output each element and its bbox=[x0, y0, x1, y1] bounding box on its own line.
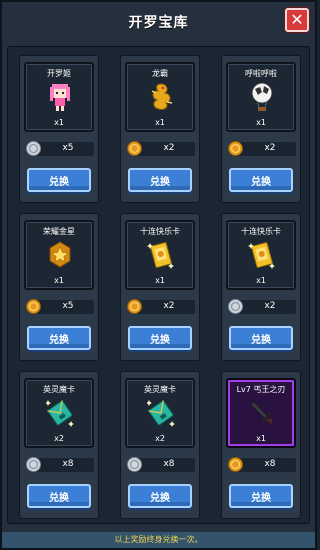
cost-row: x2 bbox=[228, 298, 296, 316]
gold-star-badge-icon bbox=[49, 241, 71, 268]
cost-amount: x2 bbox=[163, 143, 175, 153]
reward-card-kairo-princess: 开罗姬 x1 x5 兑换 bbox=[19, 55, 99, 203]
exchange-button[interactable]: 兑换 bbox=[229, 168, 293, 192]
teal-magic-card-icon bbox=[147, 400, 175, 427]
reward-card-gold-star: 荣耀金星 x1 x5 兑换 bbox=[19, 213, 99, 361]
item-slot[interactable]: 英灵魔卡 x2 bbox=[125, 378, 195, 448]
cost-row: x2 bbox=[228, 140, 296, 158]
cost-amount: x8 bbox=[264, 459, 276, 469]
gold-coin-icon bbox=[26, 299, 41, 314]
item-quantity: x1 bbox=[256, 276, 266, 285]
item-slot[interactable]: 十连快乐卡 x1 bbox=[125, 220, 195, 290]
reward-card-magic-card: 英灵魔卡 x2 x8 兑换 bbox=[19, 371, 99, 519]
gold-card-icon bbox=[147, 242, 174, 269]
exchange-button[interactable]: 兑换 bbox=[27, 484, 91, 508]
item-name: 英灵魔卡 bbox=[144, 385, 176, 394]
cost-row: x5 bbox=[26, 140, 94, 158]
footer-note: 以上奖励终身兑换一次。 bbox=[2, 532, 315, 548]
reward-card-beggar-blade: Lv7 丐王之刃 x1 x8 兑换 bbox=[221, 371, 301, 519]
exchange-button[interactable]: 兑换 bbox=[229, 484, 293, 508]
item-quantity: x2 bbox=[155, 434, 165, 443]
item-name: Lv7 丐王之刃 bbox=[236, 385, 286, 394]
exchange-button[interactable]: 兑换 bbox=[27, 326, 91, 350]
reward-card-happy-card-2: 十连快乐卡 x1 x2 兑换 bbox=[221, 213, 301, 361]
item-name: 荣耀金星 bbox=[43, 227, 75, 236]
cost-amount: x8 bbox=[163, 459, 175, 469]
item-slot[interactable]: 开罗姬 x1 bbox=[24, 62, 94, 132]
item-name: 英灵魔卡 bbox=[43, 385, 75, 394]
cost-amount: x2 bbox=[163, 301, 175, 311]
reward-grid: 开罗姬 x1 x5 兑换 龙霸 x1 x2 兑换 呼啦呼啦 x1 x2 兑换 荣… bbox=[7, 46, 310, 524]
cost-row: x2 bbox=[127, 140, 195, 158]
close-icon: ✕ bbox=[290, 10, 304, 29]
gold-coin-icon bbox=[127, 299, 142, 314]
cost-amount: x2 bbox=[264, 301, 276, 311]
hot-air-balloon-icon bbox=[251, 82, 273, 111]
page-title: 开罗宝库 bbox=[128, 15, 189, 31]
silver-coin-icon bbox=[127, 457, 142, 472]
silver-coin-icon bbox=[26, 457, 41, 472]
pink-princess-icon bbox=[50, 84, 70, 111]
silver-coin-icon bbox=[228, 299, 243, 314]
item-quantity: x1 bbox=[155, 118, 165, 127]
item-slot[interactable]: 呼啦呼啦 x1 bbox=[226, 62, 296, 132]
reward-card-balloon: 呼啦呼啦 x1 x2 兑换 bbox=[221, 55, 301, 203]
reward-card-magic-card-2: 英灵魔卡 x2 x8 兑换 bbox=[120, 371, 200, 519]
item-name: 十连快乐卡 bbox=[241, 227, 281, 236]
item-quantity: x2 bbox=[54, 434, 64, 443]
reward-card-dragon: 龙霸 x1 x2 兑换 bbox=[120, 55, 200, 203]
close-button[interactable]: ✕ bbox=[285, 8, 309, 32]
cost-amount: x5 bbox=[62, 143, 74, 153]
item-name: 龙霸 bbox=[152, 69, 168, 78]
item-quantity: x1 bbox=[54, 276, 64, 285]
item-quantity: x1 bbox=[256, 118, 266, 127]
exchange-button[interactable]: 兑换 bbox=[27, 168, 91, 192]
item-slot[interactable]: 英灵魔卡 x2 bbox=[24, 378, 94, 448]
gold-coin-icon bbox=[127, 141, 142, 156]
item-quantity: x1 bbox=[54, 118, 64, 127]
gold-coin-icon bbox=[228, 141, 243, 156]
gold-coin-icon bbox=[228, 457, 243, 472]
cost-row: x8 bbox=[228, 456, 296, 474]
panel-header: 开罗宝库 ✕ bbox=[2, 2, 315, 42]
item-quantity: x1 bbox=[155, 276, 165, 285]
gold-card-icon bbox=[248, 242, 275, 269]
item-slot[interactable]: 十连快乐卡 x1 bbox=[226, 220, 296, 290]
dark-blade-icon bbox=[250, 401, 273, 424]
exchange-button[interactable]: 兑换 bbox=[128, 326, 192, 350]
exchange-button[interactable]: 兑换 bbox=[128, 484, 192, 508]
item-quantity: x1 bbox=[256, 434, 266, 443]
item-slot[interactable]: 荣耀金星 x1 bbox=[24, 220, 94, 290]
cost-row: x5 bbox=[26, 298, 94, 316]
treasure-panel: 开罗宝库 ✕ 开罗姬 x1 x5 兑换 龙霸 x1 x2 兑换 呼啦呼啦 x1 … bbox=[0, 0, 317, 550]
silver-coin-icon bbox=[26, 141, 41, 156]
cost-row: x8 bbox=[127, 456, 195, 474]
item-slot[interactable]: 龙霸 x1 bbox=[125, 62, 195, 132]
cost-amount: x5 bbox=[62, 301, 74, 311]
exchange-button[interactable]: 兑换 bbox=[229, 326, 293, 350]
cost-row: x8 bbox=[26, 456, 94, 474]
golden-dragon-icon bbox=[151, 83, 173, 110]
teal-magic-card-icon bbox=[46, 400, 74, 427]
item-slot[interactable]: Lv7 丐王之刃 x1 bbox=[226, 378, 296, 448]
cost-row: x2 bbox=[127, 298, 195, 316]
reward-card-happy-card: 十连快乐卡 x1 x2 兑换 bbox=[120, 213, 200, 361]
item-name: 开罗姬 bbox=[47, 69, 71, 78]
cost-amount: x8 bbox=[62, 459, 74, 469]
item-name: 呼啦呼啦 bbox=[245, 69, 277, 78]
exchange-button[interactable]: 兑换 bbox=[128, 168, 192, 192]
cost-amount: x2 bbox=[264, 143, 276, 153]
item-name: 十连快乐卡 bbox=[140, 227, 180, 236]
